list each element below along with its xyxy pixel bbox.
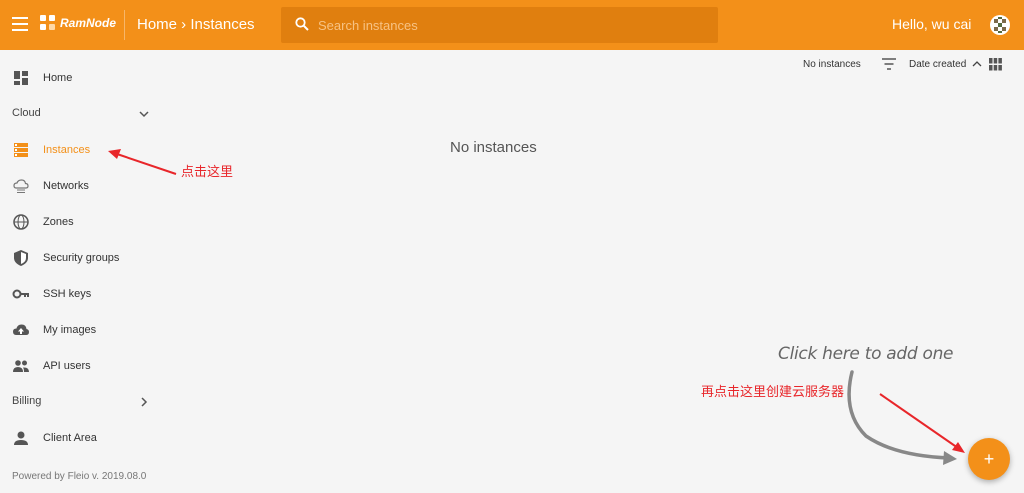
user-greeting[interactable]: Hello, wu cai <box>892 16 971 32</box>
sidebar-item-client-area[interactable]: Client Area <box>0 420 160 456</box>
logo-text: RamNode <box>60 16 117 30</box>
sidebar-item-api-users[interactable]: API users <box>0 348 160 384</box>
sidebar-item-label: API users <box>43 360 91 372</box>
gray-arrowhead-icon <box>943 451 957 465</box>
section-billing[interactable]: Billing <box>0 384 160 420</box>
cloud-upload-icon <box>13 324 29 335</box>
filter-icon[interactable] <box>881 57 897 71</box>
sidebar-item-label: Home <box>43 72 73 84</box>
sidebar-item-label: Instances <box>43 144 91 156</box>
avatar-pattern-icon <box>994 17 1006 33</box>
sidebar-item-ssh-keys[interactable]: SSH keys <box>0 276 160 312</box>
sidebar-item-networks[interactable]: Networks <box>0 168 160 204</box>
chevron-down-icon <box>139 111 149 118</box>
avatar[interactable] <box>990 15 1010 35</box>
add-instance-button[interactable]: + <box>968 438 1010 480</box>
section-label: Cloud <box>12 107 41 119</box>
chevron-up-icon[interactable] <box>972 59 982 69</box>
sidebar-item-label: Client Area <box>43 432 97 444</box>
instance-count: No instances <box>803 59 861 70</box>
cloud-network-icon <box>13 179 29 193</box>
sidebar-item-label: Security groups <box>43 252 120 264</box>
grid-view-icon[interactable] <box>989 58 1002 71</box>
sidebar-item-label: My images <box>43 324 97 336</box>
gray-curved-arrow-icon <box>847 370 952 460</box>
sidebar-item-home[interactable]: Home <box>0 60 160 96</box>
shield-icon <box>14 250 28 266</box>
sidebar-item-my-images[interactable]: My images <box>0 312 160 348</box>
group-icon <box>13 360 29 372</box>
sidebar-item-label: Zones <box>43 216 74 228</box>
search-input[interactable] <box>318 15 698 35</box>
section-label: Billing <box>12 395 42 407</box>
red-arrow-icon <box>879 393 959 449</box>
chevron-right-icon <box>141 397 148 407</box>
sidebar: Home Cloud Instances Networks Zones Secu… <box>0 50 160 493</box>
section-cloud[interactable]: Cloud <box>0 96 160 132</box>
search-icon <box>295 17 309 31</box>
logo[interactable]: RamNode <box>40 15 116 31</box>
key-icon <box>12 289 29 299</box>
sidebar-item-zones[interactable]: Zones <box>0 204 160 240</box>
server-icon <box>14 143 28 157</box>
annotation-click-again: 再点击这里创建云服务器 <box>701 385 845 400</box>
top-bar: RamNode Home › Instances Hello, wu cai <box>0 0 1024 50</box>
empty-state-message: No instances <box>450 139 537 156</box>
annotation-click-here: 点击这里 <box>181 165 234 180</box>
sidebar-item-security-groups[interactable]: Security groups <box>0 240 160 276</box>
sort-dropdown[interactable]: Date created <box>909 59 966 70</box>
ramnode-logo-icon <box>40 15 56 31</box>
person-icon <box>14 431 28 445</box>
globe-icon <box>13 214 29 230</box>
sidebar-item-instances[interactable]: Instances <box>0 132 160 168</box>
hamburger-menu-icon[interactable] <box>12 17 28 31</box>
header-divider <box>124 10 125 40</box>
hint-text: Click here to add one <box>778 344 954 364</box>
search-box[interactable] <box>281 7 718 43</box>
sidebar-item-label: SSH keys <box>43 288 92 300</box>
red-arrowhead-icon <box>952 442 965 453</box>
dashboard-icon <box>14 71 28 85</box>
breadcrumb[interactable]: Home › Instances <box>137 16 255 33</box>
sidebar-item-label: Networks <box>43 180 89 192</box>
powered-by: Powered by Fleio v. 2019.08.0 <box>12 471 147 482</box>
